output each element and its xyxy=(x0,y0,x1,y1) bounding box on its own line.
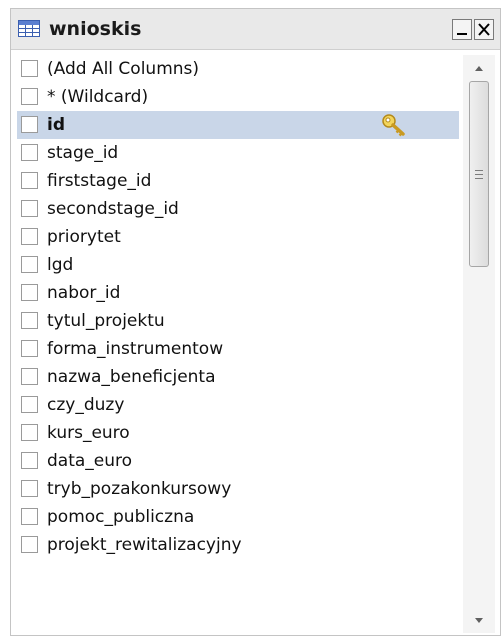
column-row[interactable]: priorytet xyxy=(17,223,459,251)
column-label: lgd xyxy=(47,255,74,275)
column-checkbox[interactable] xyxy=(21,396,38,413)
column-row[interactable]: tryb_pozakonkursowy xyxy=(17,475,459,503)
column-row-selected[interactable]: id xyxy=(17,111,459,139)
scroll-down-arrow-icon[interactable] xyxy=(463,607,495,633)
column-checkbox[interactable] xyxy=(21,88,38,105)
column-checkbox[interactable] xyxy=(21,424,38,441)
column-checkbox[interactable] xyxy=(21,60,38,77)
column-label: tytul_projektu xyxy=(47,311,165,331)
column-label: projekt_rewitalizacyjny xyxy=(47,535,242,555)
column-checkbox[interactable] xyxy=(21,452,38,469)
column-row[interactable]: (Add All Columns) xyxy=(17,55,459,83)
column-row[interactable]: projekt_rewitalizacyjny xyxy=(17,531,459,559)
table-window: wnioskis (Add All Columns) * (Wildcard) … xyxy=(10,8,501,636)
column-label: forma_instrumentow xyxy=(47,339,224,359)
column-label: kurs_euro xyxy=(47,423,130,443)
column-row[interactable]: nabor_id xyxy=(17,279,459,307)
column-label: id xyxy=(47,115,65,135)
column-label: firststage_id xyxy=(47,171,152,191)
column-label: stage_id xyxy=(47,143,119,163)
column-label: nazwa_beneficjenta xyxy=(47,367,216,387)
column-label: pomoc_publiczna xyxy=(47,507,195,527)
column-list[interactable]: (Add All Columns) * (Wildcard) id stage_… xyxy=(17,55,459,635)
column-checkbox[interactable] xyxy=(21,144,38,161)
column-label: tryb_pozakonkursowy xyxy=(47,479,232,499)
column-row[interactable]: pomoc_publiczna xyxy=(17,503,459,531)
column-checkbox[interactable] xyxy=(21,228,38,245)
vertical-scrollbar[interactable] xyxy=(463,55,495,633)
column-checkbox[interactable] xyxy=(21,312,38,329)
column-row[interactable]: stage_id xyxy=(17,139,459,167)
column-row[interactable]: * (Wildcard) xyxy=(17,83,459,111)
column-checkbox[interactable] xyxy=(21,536,38,553)
column-label: data_euro xyxy=(47,451,133,471)
column-row[interactable]: forma_instrumentow xyxy=(17,335,459,363)
column-checkbox[interactable] xyxy=(21,508,38,525)
column-row[interactable]: secondstage_id xyxy=(17,195,459,223)
column-checkbox[interactable] xyxy=(21,284,38,301)
column-label: czy_duzy xyxy=(47,395,125,415)
column-checkbox[interactable] xyxy=(21,200,38,217)
close-icon xyxy=(478,23,490,36)
column-checkbox[interactable] xyxy=(21,480,38,497)
column-row[interactable]: czy_duzy xyxy=(17,391,459,419)
column-label: (Add All Columns) xyxy=(47,59,200,79)
column-label: * (Wildcard) xyxy=(47,87,149,107)
table-icon xyxy=(18,20,40,37)
column-checkbox[interactable] xyxy=(21,116,38,133)
column-checkbox[interactable] xyxy=(21,172,38,189)
column-checkbox[interactable] xyxy=(21,368,38,385)
column-label: priorytet xyxy=(47,227,121,247)
minimize-button[interactable] xyxy=(452,19,472,40)
close-button[interactable] xyxy=(474,19,494,40)
column-row[interactable]: lgd xyxy=(17,251,459,279)
grip-icon xyxy=(475,170,483,179)
scroll-up-arrow-icon[interactable] xyxy=(463,55,495,81)
scrollbar-thumb[interactable] xyxy=(469,81,489,267)
column-row[interactable]: kurs_euro xyxy=(17,419,459,447)
window-titlebar[interactable]: wnioskis xyxy=(11,9,500,50)
window-title: wnioskis xyxy=(49,18,142,40)
column-label: nabor_id xyxy=(47,283,121,303)
column-row[interactable]: nazwa_beneficjenta xyxy=(17,363,459,391)
column-row[interactable]: firststage_id xyxy=(17,167,459,195)
column-row[interactable]: tytul_projektu xyxy=(17,307,459,335)
column-checkbox[interactable] xyxy=(21,256,38,273)
column-checkbox[interactable] xyxy=(21,340,38,357)
column-row[interactable]: data_euro xyxy=(17,447,459,475)
column-label: secondstage_id xyxy=(47,199,179,219)
key-icon xyxy=(381,113,407,137)
